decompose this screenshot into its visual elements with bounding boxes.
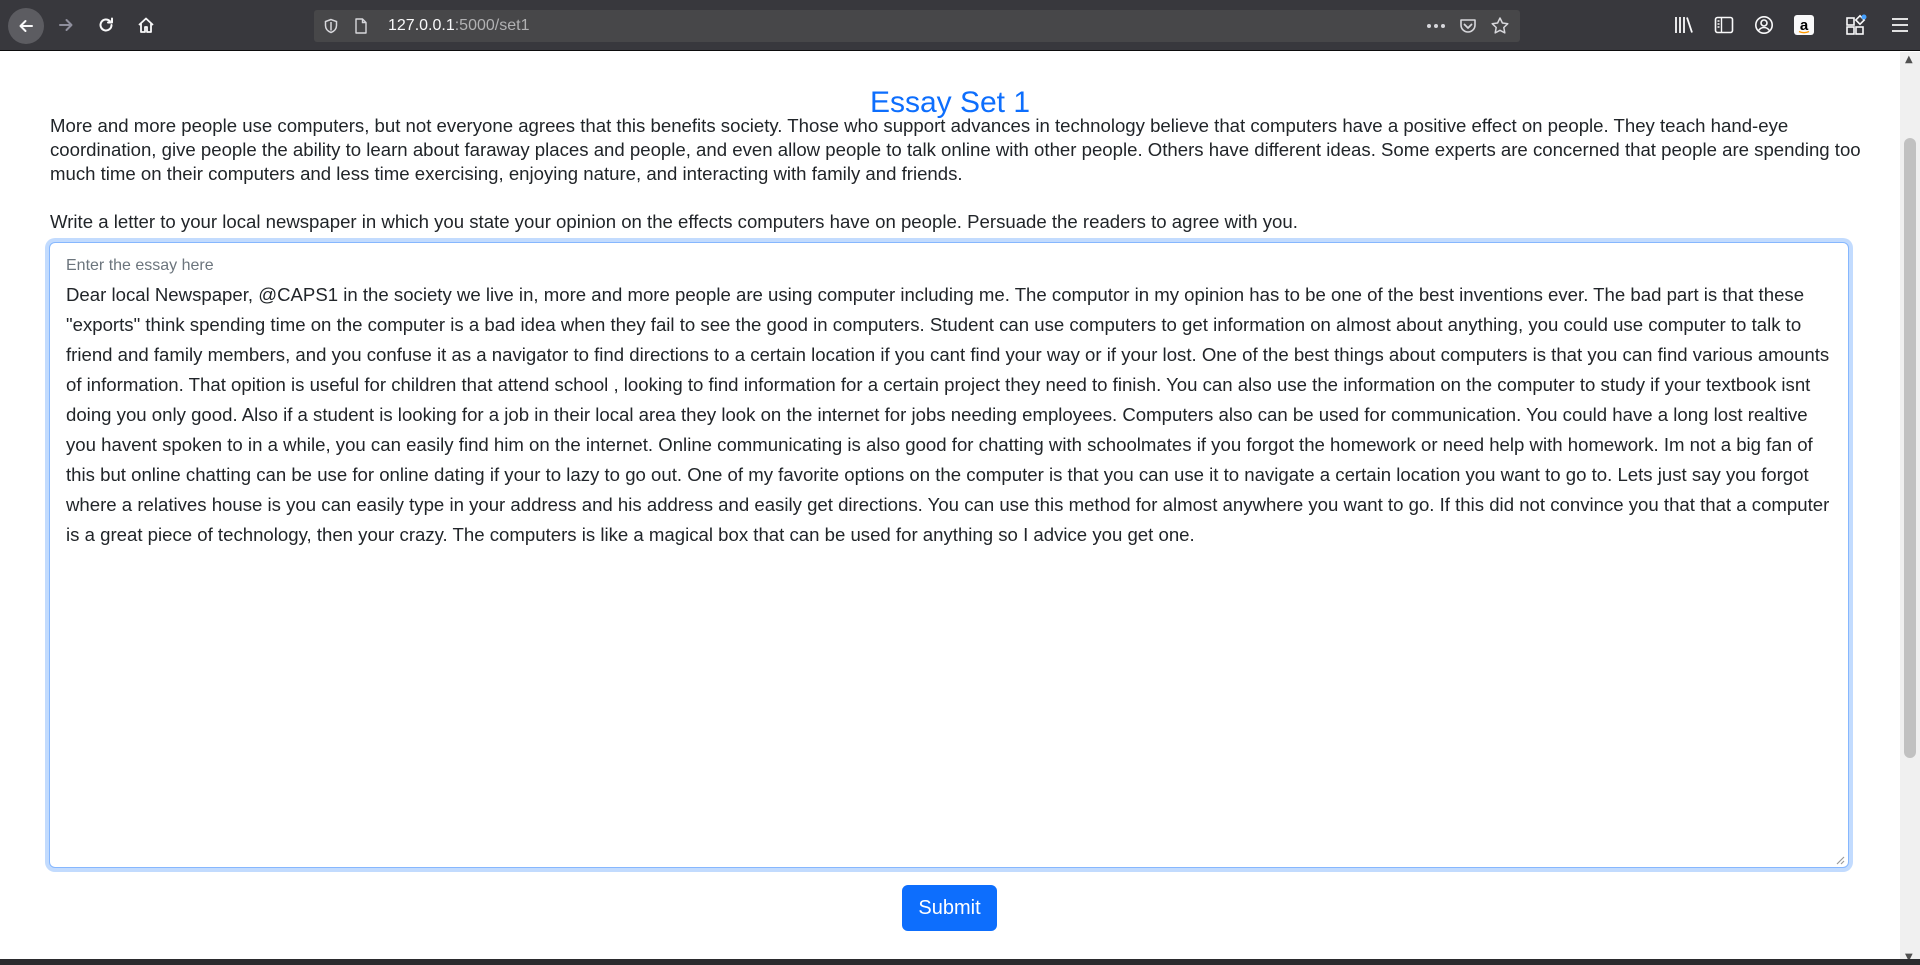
url-path: :5000/set1 (454, 17, 530, 34)
essay-text[interactable]: Dear local Newspaper, @CAPS1 in the soci… (66, 280, 1838, 550)
account-icon[interactable] (1753, 14, 1775, 36)
back-button[interactable] (8, 8, 44, 44)
star-icon[interactable] (1490, 16, 1510, 36)
submit-button[interactable]: Submit (902, 885, 997, 931)
back-arrow-icon (17, 17, 35, 35)
forward-button[interactable] (50, 9, 82, 41)
shield-icon[interactable] (322, 17, 340, 35)
library-icon[interactable] (1673, 14, 1695, 36)
essay-textarea[interactable]: Enter the essay here Dear local Newspape… (49, 242, 1849, 868)
reload-button[interactable] (90, 9, 122, 41)
url-host: 127.0.0.1 (388, 17, 455, 34)
pocket-icon[interactable] (1458, 16, 1478, 36)
page-icon[interactable] (352, 17, 370, 35)
home-icon (136, 15, 156, 35)
page-scrollbar[interactable]: ▲ ▼ (1900, 52, 1920, 965)
page-content: Essay Set 1 More and more people use com… (0, 52, 1900, 965)
prompt-paragraph: More and more people use computers, but … (50, 115, 1861, 184)
address-bar[interactable]: 127.0.0.1:5000/set1 (314, 10, 1520, 42)
forward-arrow-icon (57, 16, 75, 34)
scroll-up-icon[interactable]: ▲ (1905, 54, 1913, 65)
essay-placeholder: Enter the essay here (66, 257, 214, 274)
extensions-icon[interactable] (1845, 14, 1867, 36)
hamburger-menu-icon[interactable] (1889, 14, 1911, 36)
scroll-thumb[interactable] (1904, 138, 1916, 758)
browser-toolbar: 127.0.0.1:5000/set1 a (0, 0, 1920, 51)
reload-icon (97, 16, 115, 34)
more-dots-icon[interactable] (1426, 16, 1446, 36)
url-text[interactable]: 127.0.0.1:5000/set1 (388, 17, 529, 35)
resize-grip-icon[interactable] (1833, 852, 1845, 865)
home-button[interactable] (130, 9, 162, 41)
taskbar-strip (0, 959, 1920, 965)
prompt-instruction: Write a letter to your local newspaper i… (50, 211, 1298, 232)
sidebar-icon[interactable] (1713, 14, 1735, 36)
amazon-icon[interactable]: a (1793, 14, 1815, 36)
